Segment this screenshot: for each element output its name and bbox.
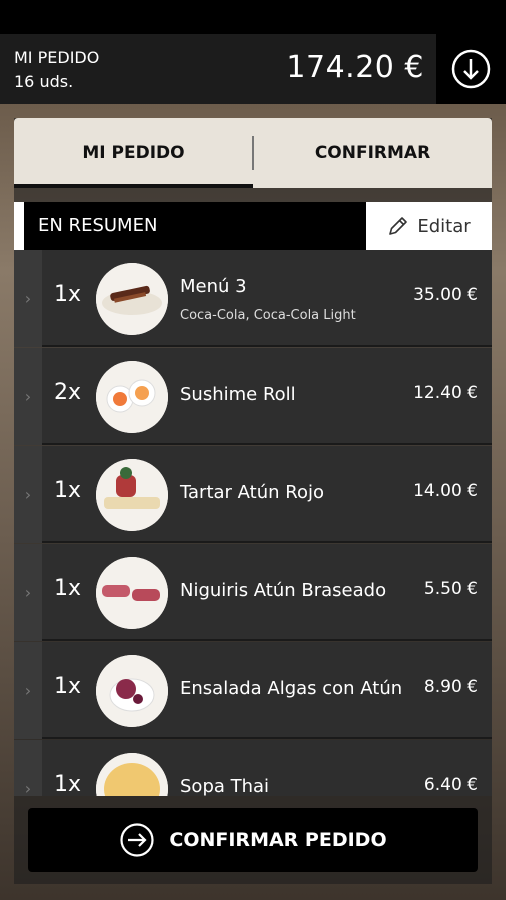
order-panel: MI PEDIDO CONFIRMAR EN RESUMEN Editar › … bbox=[14, 118, 492, 884]
item-quantity: 1x bbox=[54, 674, 82, 699]
item-name: Menú 3 bbox=[180, 276, 247, 297]
confirm-order-label: CONFIRMAR PEDIDO bbox=[169, 829, 387, 851]
order-title: MI PEDIDO bbox=[14, 48, 100, 67]
status-bar bbox=[0, 0, 506, 34]
tab-confirmar[interactable]: CONFIRMAR bbox=[253, 118, 492, 188]
list-item[interactable]: › 1x Tartar Atún Rojo 14.00 € bbox=[14, 446, 492, 543]
item-price: 5.50 € bbox=[423, 579, 478, 599]
item-name: Sushime Roll bbox=[180, 384, 296, 405]
dish-image bbox=[96, 459, 168, 531]
summary-bar: EN RESUMEN Editar bbox=[14, 202, 492, 250]
dish-image bbox=[96, 263, 168, 335]
item-name: Tartar Atún Rojo bbox=[180, 482, 324, 503]
chevron-right-icon[interactable]: › bbox=[14, 348, 42, 445]
confirm-order-button[interactable]: CONFIRMAR PEDIDO bbox=[28, 808, 478, 872]
order-total: 174.20 € bbox=[286, 50, 424, 85]
list-item[interactable]: › 1x Ensalada Algas con Atún 8.90 € bbox=[14, 642, 492, 739]
item-quantity: 1x bbox=[54, 282, 82, 307]
order-units: 16 uds. bbox=[14, 72, 74, 91]
summary-title: EN RESUMEN bbox=[38, 215, 158, 236]
list-item[interactable]: › 1x Niguiris Atún Braseado 5.50 € bbox=[14, 544, 492, 641]
item-quantity: 1x bbox=[54, 576, 82, 601]
edit-label: Editar bbox=[417, 215, 471, 237]
item-subtitle: Coca-Cola, Coca-Cola Light bbox=[180, 308, 356, 323]
chevron-right-icon[interactable]: › bbox=[14, 544, 42, 641]
item-quantity: 1x bbox=[54, 478, 82, 503]
list-item[interactable]: › 2x Sushime Roll 12.40 € bbox=[14, 348, 492, 445]
chevron-right-icon[interactable]: › bbox=[14, 446, 42, 543]
item-price: 8.90 € bbox=[423, 677, 478, 697]
item-name: Niguiris Atún Braseado bbox=[180, 580, 387, 601]
arrow-down-circle-icon bbox=[451, 49, 491, 89]
tab-mi-pedido[interactable]: MI PEDIDO bbox=[14, 118, 253, 188]
dish-image bbox=[96, 557, 168, 629]
download-button[interactable] bbox=[436, 34, 506, 104]
item-quantity: 1x bbox=[54, 772, 82, 796]
item-price: 14.00 € bbox=[413, 481, 478, 501]
chevron-right-icon[interactable]: › bbox=[14, 642, 42, 739]
item-name: Ensalada Algas con Atún bbox=[180, 678, 403, 699]
order-header: MI PEDIDO 16 uds. 174.20 € bbox=[0, 34, 506, 104]
item-price: 12.40 € bbox=[413, 383, 478, 403]
dish-image bbox=[96, 655, 168, 727]
list-item[interactable]: › 1x Sopa Thai 6.40 € bbox=[14, 740, 492, 796]
order-items-list: › 1x Menú 3 Coca-Cola, Coca-Cola Light 3… bbox=[14, 250, 492, 796]
edit-button[interactable]: Editar bbox=[366, 202, 492, 250]
list-item[interactable]: › 1x Menú 3 Coca-Cola, Coca-Cola Light 3… bbox=[14, 250, 492, 347]
chevron-right-icon[interactable]: › bbox=[14, 740, 42, 796]
chevron-right-icon[interactable]: › bbox=[14, 250, 42, 347]
dish-image bbox=[96, 753, 168, 796]
tab-bar: MI PEDIDO CONFIRMAR bbox=[14, 118, 492, 188]
item-price: 6.40 € bbox=[423, 775, 478, 795]
pencil-icon bbox=[389, 217, 408, 235]
item-quantity: 2x bbox=[54, 380, 82, 405]
item-price: 35.00 € bbox=[413, 285, 478, 305]
dish-image bbox=[96, 361, 168, 433]
item-name: Sopa Thai bbox=[180, 776, 270, 796]
arrow-right-circle-icon bbox=[120, 823, 154, 857]
